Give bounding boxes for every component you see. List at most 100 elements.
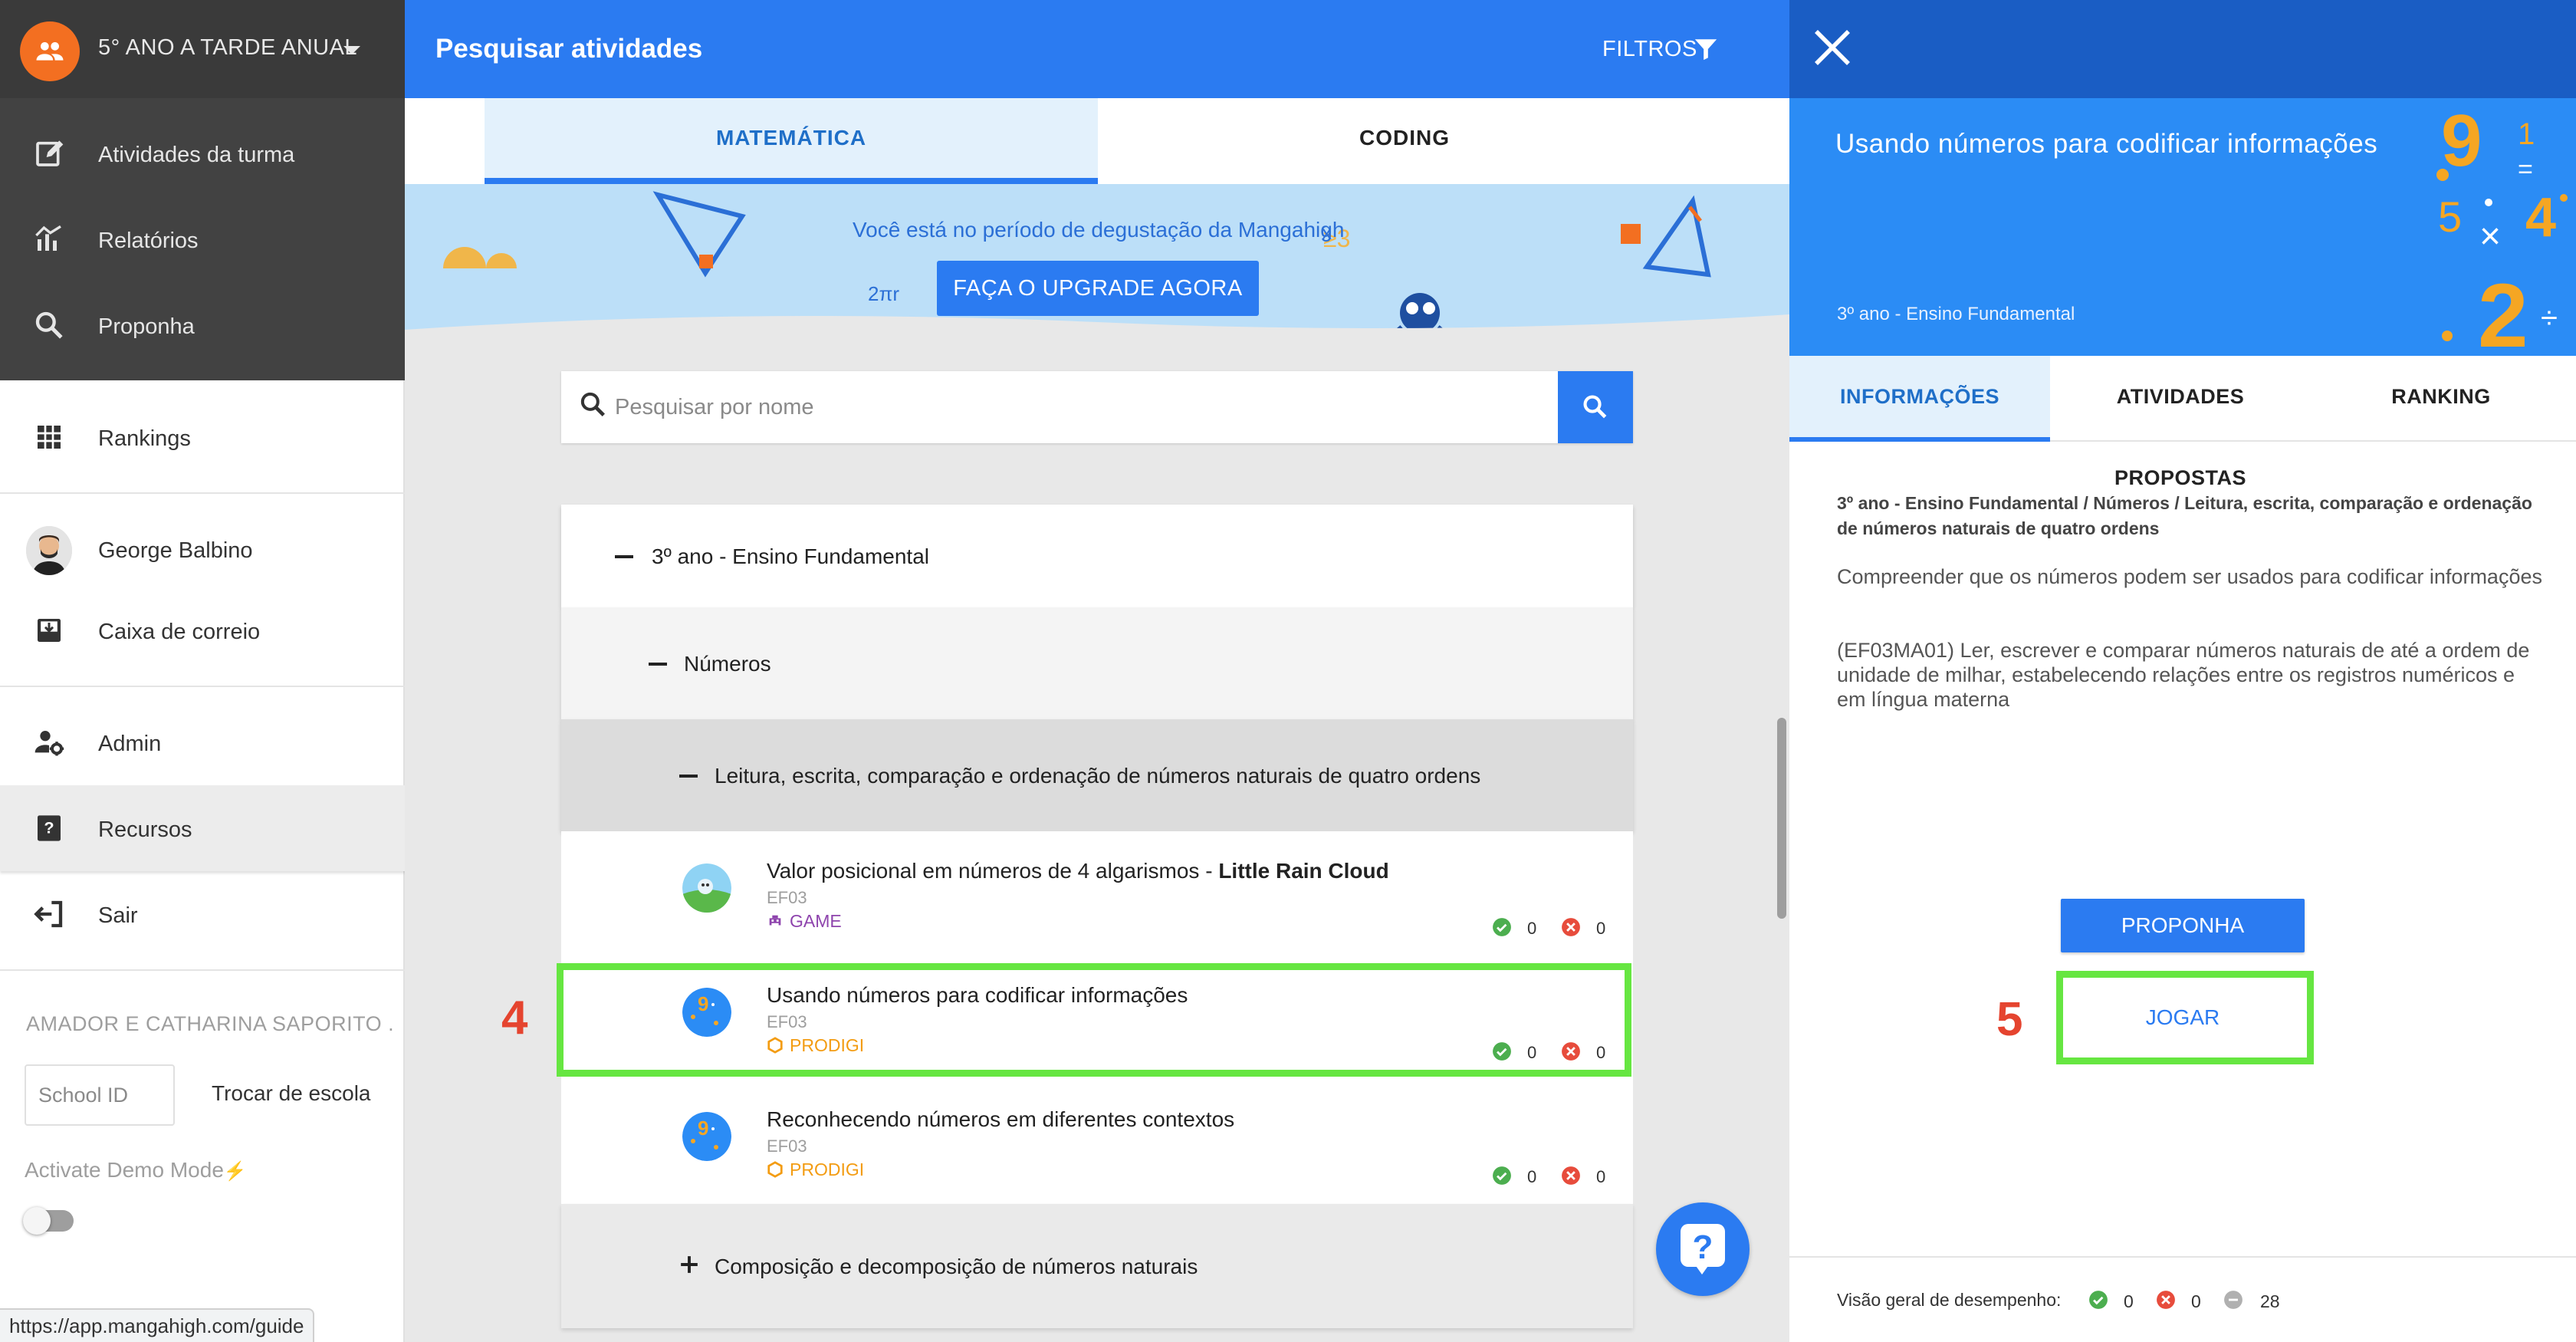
sidebar-item-label: Atividades da turma xyxy=(98,143,295,167)
sidebar-item-label: Relatórios xyxy=(98,229,199,253)
highlight-box xyxy=(2056,971,2314,1064)
sidebar: 5° ANO A TARDE ANUAL Atividades da turma… xyxy=(0,0,405,1342)
activity-stats: 0 0 xyxy=(405,831,1789,956)
search-activities-panel: Pesquisar atividades FILTROS MATEMÁTICA … xyxy=(405,0,1789,1342)
activity-description: Compreender que os números podem ser usa… xyxy=(1837,565,2542,588)
minus-circle-icon xyxy=(2224,1291,2242,1309)
school-name: AMADOR E CATHARINA SAPORITO ... xyxy=(26,1012,394,1035)
activity-detail-panel: 9 1 = 5 × 4 2 ÷ Usando números para codi… xyxy=(1789,0,2576,1342)
sidebar-item-label: Caixa de correio xyxy=(98,620,261,644)
sidebar-item-label: Rankings xyxy=(98,426,191,451)
collapse-icon[interactable] xyxy=(615,555,633,558)
user-avatar-icon xyxy=(26,526,72,575)
highlight-box xyxy=(557,963,1631,1077)
inbox-icon xyxy=(38,619,61,642)
svg-text:×: × xyxy=(2479,216,2501,257)
sidebar-item-resources[interactable]: ? Recursos xyxy=(0,785,405,871)
svg-text:5: 5 xyxy=(2438,192,2462,241)
logout-icon xyxy=(34,900,63,928)
search-bar xyxy=(561,371,1633,443)
edit-icon xyxy=(36,140,64,166)
step-number: 5 xyxy=(1996,993,2023,1046)
scrollbar[interactable] xyxy=(1777,718,1786,919)
performance-overview: Visão geral de desempenho: 0 0 28 xyxy=(1789,1256,2576,1342)
curriculum-standard: (EF03MA01) Ler, escrever e comparar núme… xyxy=(1837,639,2530,711)
help-button[interactable]: ? xyxy=(1656,1202,1750,1296)
divider xyxy=(0,492,405,494)
page-title: Pesquisar atividades xyxy=(435,34,703,64)
correct-count: 0 xyxy=(1527,919,1537,938)
collapse-icon[interactable] xyxy=(649,663,667,666)
class-name: 5° ANO A TARDE ANUAL xyxy=(98,35,358,60)
filters-button[interactable]: FILTROS xyxy=(1602,37,1697,62)
sidebar-item-propose[interactable]: Proponha xyxy=(0,282,405,368)
sidebar-item-reports[interactable]: Relatórios xyxy=(0,196,405,282)
search-icon xyxy=(1583,395,1607,419)
wrong-count: 0 xyxy=(2191,1291,2201,1311)
expand-icon[interactable] xyxy=(679,1255,699,1275)
switch-school-button[interactable]: Trocar de escola xyxy=(212,1081,371,1106)
sidebar-item-class-activities[interactable]: Atividades da turma xyxy=(0,110,405,196)
class-selector[interactable]: 5° ANO A TARDE ANUAL xyxy=(0,0,405,98)
collapse-icon[interactable] xyxy=(679,775,698,778)
tree-label: Composição e decomposição de números nat… xyxy=(715,1255,1198,1278)
filter-icon[interactable] xyxy=(1693,35,1719,63)
school-id-input[interactable] xyxy=(25,1064,175,1126)
svg-text:?: ? xyxy=(44,818,54,837)
user-settings-icon xyxy=(34,731,64,756)
tab-math[interactable]: MATEMÁTICA xyxy=(485,98,1098,184)
activity-title: Usando números para codificar informaçõe… xyxy=(1835,129,2378,159)
sidebar-item-label: Recursos xyxy=(98,817,192,842)
sidebar-item-rankings[interactable]: Rankings xyxy=(0,394,405,480)
question-mark-icon: ? xyxy=(1692,1229,1714,1266)
chevron-down-icon xyxy=(343,46,360,54)
subject-tabs: MATEMÁTICA CODING xyxy=(405,98,1789,184)
sidebar-item-mailbox[interactable]: Caixa de correio xyxy=(0,587,405,673)
tree-label: Números xyxy=(684,652,771,676)
close-icon[interactable] xyxy=(1811,26,1854,69)
tree-row-topic[interactable]: Números xyxy=(561,607,1633,719)
wrong-count: 0 xyxy=(1596,1167,1606,1186)
wrong-count: 0 xyxy=(1596,919,1606,938)
sidebar-item-label: Admin xyxy=(98,732,162,756)
svg-text:2: 2 xyxy=(2478,265,2528,356)
tab-proposed-activities[interactable]: ATIVIDADES PROPOSTAS xyxy=(2050,356,2311,489)
check-circle-icon xyxy=(2089,1291,2108,1309)
search-input[interactable] xyxy=(615,371,1550,443)
grid-icon xyxy=(38,426,61,449)
tab-coding[interactable]: CODING xyxy=(1098,98,1711,184)
trial-text: Você está no período de degustação da Ma… xyxy=(853,218,1345,242)
demo-mode-label: Activate Demo Mode⚡ xyxy=(25,1158,247,1182)
activity-stats: 0 0 xyxy=(405,1080,1789,1204)
demo-mode-toggle[interactable] xyxy=(23,1207,74,1235)
tree-row-subtopic[interactable]: Composição e decomposição de números nat… xyxy=(561,1204,1633,1328)
svg-text:=: = xyxy=(2518,155,2533,184)
search-button[interactable] xyxy=(1558,371,1633,443)
chart-icon xyxy=(35,225,61,251)
demo-mode-text: Activate Demo Mode xyxy=(25,1158,224,1182)
sidebar-item-admin[interactable]: Admin xyxy=(0,699,405,785)
group-icon xyxy=(36,42,64,61)
tree-label: Leitura, escrita, comparação e ordenação… xyxy=(715,764,1481,788)
tree-row-subtopic[interactable]: Leitura, escrita, comparação e ordenação… xyxy=(561,719,1633,831)
tree-row-grade[interactable]: 3º ano - Ensino Fundamental xyxy=(561,505,1633,607)
sidebar-item-logout[interactable]: Sair xyxy=(0,871,405,957)
pending-count: 28 xyxy=(2260,1291,2280,1311)
performance-label: Visão geral de desempenho: xyxy=(1837,1290,2062,1310)
cross-circle-icon xyxy=(1562,1166,1580,1185)
upgrade-button[interactable]: FAÇA O UPGRADE AGORA xyxy=(937,261,1259,316)
panel-header xyxy=(1789,0,2576,98)
svg-text:1: 1 xyxy=(2518,117,2535,151)
activity-hero: 9 1 = 5 × 4 2 ÷ Usando números para codi… xyxy=(1789,98,2576,356)
propose-button[interactable]: PROPONHA xyxy=(2061,899,2305,952)
svg-text:4: 4 xyxy=(2525,187,2556,248)
help-book-icon: ? xyxy=(38,815,61,841)
avatar xyxy=(26,526,72,575)
divider xyxy=(0,686,405,687)
tab-ranking[interactable]: RANKING xyxy=(2311,356,2571,442)
tab-information[interactable]: INFORMAÇÕES xyxy=(1789,356,2050,442)
svg-text:9: 9 xyxy=(2441,100,2482,182)
correct-count: 0 xyxy=(1527,1167,1537,1186)
check-circle-icon xyxy=(1493,918,1511,936)
svg-text:÷: ÷ xyxy=(2541,301,2558,335)
